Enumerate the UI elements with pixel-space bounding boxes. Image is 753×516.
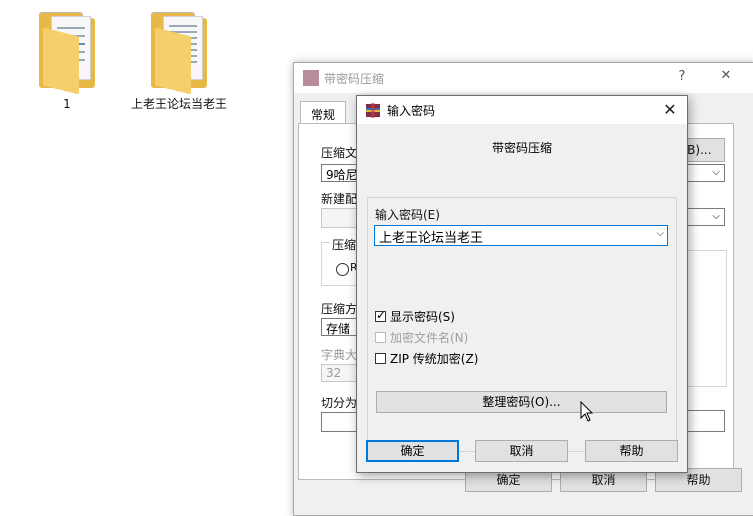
format-radio[interactable] <box>336 263 349 276</box>
folder-label: 上老王论坛当老王 <box>130 97 227 111</box>
new-profile-label: 新建配 <box>321 192 358 206</box>
split-label: 切分为 <box>321 396 358 410</box>
show-password-checkbox[interactable]: ✓ 显示密码(S) <box>375 308 455 324</box>
show-password-label: 显示密码(S) <box>390 309 455 324</box>
winrar-icon <box>303 70 319 86</box>
dialog-title: 带密码压缩 <box>324 72 385 86</box>
checkbox-box[interactable] <box>375 352 386 364</box>
help-icon[interactable]: ? <box>672 69 692 84</box>
encrypt-filenames-checkbox[interactable]: 加密文件名(N) <box>375 329 468 345</box>
dialog-body: 带密码压缩 输入密码(E) 上老王论坛当老王 ⌵ ✓ 显示密码(S) 加密文件名… <box>357 124 687 472</box>
checkbox-box[interactable] <box>375 331 386 343</box>
folder-icon <box>149 12 209 95</box>
close-icon[interactable]: ✕ <box>714 68 738 83</box>
enter-password-dialog: 输入密码 ✕ 带密码压缩 输入密码(E) 上老王论坛当老王 ⌵ ✓ 显示密码(S… <box>356 95 688 473</box>
folder-icon <box>37 12 97 95</box>
cancel-button[interactable]: 取消 <box>475 440 568 462</box>
dictionary-label: 字典大 <box>321 348 358 362</box>
folder-label: 1 <box>63 97 71 111</box>
desktop-folder-2[interactable]: 上老王论坛当老王 <box>129 12 229 112</box>
checkbox-box[interactable]: ✓ <box>375 307 387 322</box>
winrar-icon <box>366 103 380 118</box>
password-label: 输入密码(E) <box>375 208 440 222</box>
zip-legacy-encryption-label: ZIP 传统加密(Z) <box>390 351 479 366</box>
archive-name-label: 压缩文 <box>321 146 358 160</box>
encrypt-filenames-label: 加密文件名(N) <box>390 330 469 345</box>
ok-button[interactable]: 确定 <box>366 440 459 462</box>
title-bar: 带密码压缩 ? ✕ <box>294 63 753 93</box>
dialog-title: 输入密码 <box>387 104 436 118</box>
organize-passwords-button[interactable]: 整理密码(O)... <box>376 391 667 413</box>
checkmark-icon: ✓ <box>376 307 387 322</box>
help-button[interactable]: 帮助 <box>585 440 678 462</box>
chevron-down-icon[interactable]: ⌵ <box>656 228 664 239</box>
password-value: 上老王论坛当老王 <box>379 231 484 246</box>
desktop-folder-1[interactable]: 1 <box>17 12 117 112</box>
dialog-subtitle: 带密码压缩 <box>491 141 552 155</box>
method-label: 压缩方 <box>321 302 358 316</box>
password-input[interactable]: 上老王论坛当老王 ⌵ <box>374 225 668 246</box>
mouse-cursor-icon <box>580 401 594 422</box>
close-icon[interactable]: ✕ <box>659 99 681 121</box>
zip-legacy-encryption-checkbox[interactable]: ZIP 传统加密(Z) <box>375 350 478 366</box>
title-bar: 输入密码 ✕ <box>357 96 687 124</box>
